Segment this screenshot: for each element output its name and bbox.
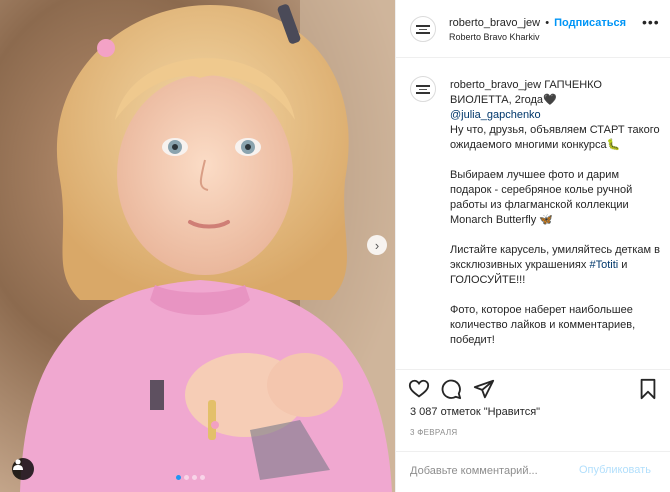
location-link[interactable]: Roberto Bravo Kharkiv (449, 32, 540, 42)
post-actions-bar (396, 375, 670, 405)
child-portrait-illustration (0, 0, 395, 492)
hashtag-link[interactable]: #Totiti (589, 259, 618, 271)
carousel-next-button[interactable]: › (367, 235, 387, 255)
carousel-indicator (176, 475, 205, 480)
post-caption: roberto_bravo_jew ГАПЧЕНКО ВИОЛЕТТА, 2го… (450, 78, 662, 363)
comment-icon[interactable] (440, 378, 462, 400)
bookmark-icon[interactable] (637, 378, 659, 400)
post-date[interactable]: 3 ФЕВРАЛЯ (410, 428, 457, 437)
author-username-link[interactable]: roberto_bravo_jew (449, 17, 540, 29)
caption-paragraph-4: Фото, которое наберет наибольшее количес… (450, 304, 636, 346)
likes-count[interactable]: 3 087 отметок "Нравится" (410, 406, 540, 418)
carousel-dot (184, 475, 189, 480)
author-avatar[interactable] (410, 16, 436, 42)
header-author-line: roberto_bravo_jew • Подписаться (449, 17, 626, 29)
carousel-dot (176, 475, 181, 480)
comments-area[interactable]: roberto_bravo_jew ГАПЧЕНКО ВИОЛЕТТА, 2го… (396, 58, 670, 370)
more-options-icon[interactable]: ••• (642, 14, 660, 30)
caption-paragraph-3: Листайте карусель, умиляйтесь деткам в э… (450, 244, 660, 271)
post-photo[interactable]: › (0, 0, 395, 492)
follow-button[interactable]: Подписаться (554, 17, 626, 29)
caption-author-avatar[interactable] (410, 76, 436, 102)
comment-input[interactable] (410, 462, 570, 480)
add-comment-section: Опубликовать (396, 451, 670, 492)
caption-paragraph-2: Выбираем лучшее фото и дарим подарок - с… (450, 169, 633, 226)
separator-dot: • (545, 17, 550, 29)
carousel-dot (200, 475, 205, 480)
post-header: roberto_bravo_jew • Подписаться Roberto … (396, 0, 670, 58)
caption-mention-link[interactable]: @julia_gapchenko (450, 109, 541, 121)
heart-icon[interactable] (408, 378, 430, 400)
caption-username-link[interactable]: roberto_bravo_jew (450, 79, 541, 91)
post-sidebar: roberto_bravo_jew • Подписаться Roberto … (395, 0, 670, 492)
share-icon[interactable] (473, 378, 495, 400)
chevron-right-icon: › (374, 237, 380, 253)
caption-paragraph-1: Ну что, друзья, объявляем СТАРТ такого о… (450, 124, 660, 151)
tagged-users-button[interactable] (12, 458, 34, 480)
publish-button[interactable]: Опубликовать (579, 464, 651, 476)
person-icon (13, 459, 23, 470)
carousel-dot (192, 475, 197, 480)
